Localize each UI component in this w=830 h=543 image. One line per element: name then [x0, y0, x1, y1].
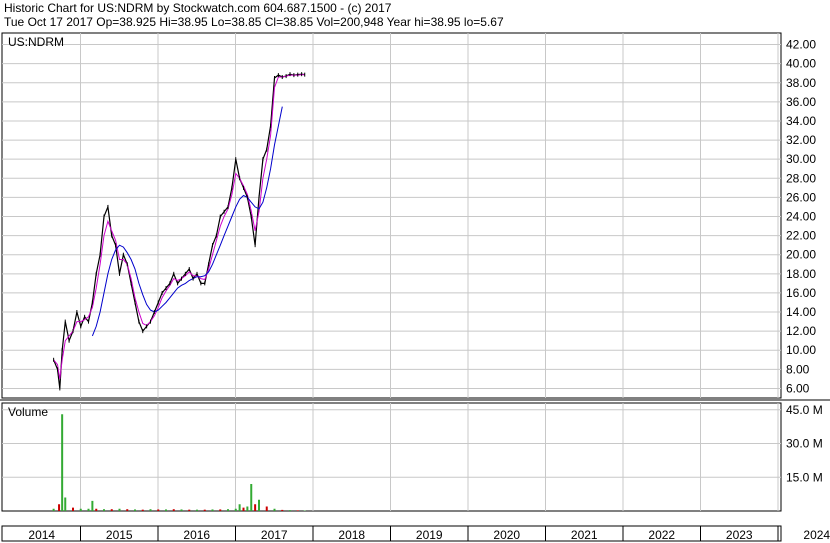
y-tick-label: 40.00: [786, 57, 816, 71]
volume-tick-label: 45.0 M: [786, 403, 823, 417]
long-average-line: [91, 106, 283, 337]
y-tick-label: 36.00: [786, 95, 816, 109]
price-panel-frame: [1, 32, 782, 399]
y-tick-label: 26.00: [786, 190, 816, 204]
x-tick-label: 2024: [803, 528, 830, 542]
y-tick-label: 38.00: [786, 76, 816, 90]
y-tick-label: 42.00: [786, 38, 816, 52]
x-tick-label: 2017: [261, 528, 288, 542]
y-tick-label: 14.00: [786, 305, 816, 319]
y-tick-label: 12.00: [786, 324, 816, 338]
x-tick-label: 2018: [338, 528, 365, 542]
y-tick-label: 22.00: [786, 229, 816, 243]
x-tick-label: 2020: [493, 528, 520, 542]
y-tick-label: 6.00: [786, 381, 810, 395]
y-tick-label: 20.00: [786, 248, 816, 262]
x-tick-label: 2014: [28, 528, 55, 542]
volume-tick-label: 15.0 M: [786, 470, 823, 484]
y-tick-label: 28.00: [786, 171, 816, 185]
y-tick-label: 24.00: [786, 210, 816, 224]
chart-header-title: Historic Chart for US:NDRM by Stockwatch…: [4, 1, 392, 15]
x-tick-label: 2019: [416, 528, 443, 542]
y-tick-label: 16.00: [786, 286, 816, 300]
volume-tick-label: 30.0 M: [786, 437, 823, 451]
chart-canvas: 2014 2015 2016 2017 2018 2019 2020 2021 2022 2023…: [0, 32, 830, 542]
y-tick-label: 34.00: [786, 114, 816, 128]
x-tick-label: 2016: [183, 528, 210, 542]
y-tick-label: 18.00: [786, 267, 816, 281]
volume-panel-title: Volume: [8, 405, 48, 419]
y-tick-label: 32.00: [786, 133, 816, 147]
x-tick-label: 2023: [726, 528, 753, 542]
y-tick-label: 8.00: [786, 362, 810, 376]
volume-panel-frame: [1, 402, 782, 512]
price-panel-title: US:NDRM: [8, 35, 64, 49]
short-average-line: [53, 74, 305, 379]
x-tick-label: 2015: [106, 528, 133, 542]
chart-header-quote: Tue Oct 17 2017 Op=38.925 Hi=38.95 Lo=38…: [4, 15, 504, 29]
y-tick-label: 30.00: [786, 152, 816, 166]
y-tick-label: 10.00: [786, 343, 816, 357]
x-tick-label: 2021: [571, 528, 598, 542]
chart-window: 2014 2015 2016 2017 2018 2019 2020 2021 2022 2023…: [0, 0, 830, 543]
x-tick-label: 2022: [648, 528, 675, 542]
